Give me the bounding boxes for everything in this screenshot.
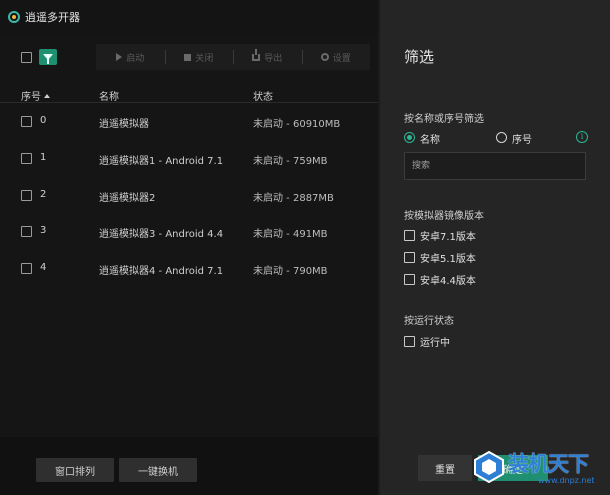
- version-option[interactable]: 安卓4.4版本: [404, 272, 476, 287]
- watermark-text: 装机天下: [508, 452, 589, 476]
- export-button[interactable]: 导出: [233, 44, 302, 70]
- row-index: 1: [40, 152, 47, 163]
- version-checkbox[interactable]: [404, 274, 415, 285]
- start-label: 启动: [126, 53, 145, 64]
- row-state: 未启动 - 2887MB: [253, 193, 334, 204]
- app-logo-icon: [8, 11, 20, 23]
- app-title: 逍遥多开器: [25, 11, 80, 24]
- row-checkbox[interactable]: [21, 116, 32, 127]
- name-index-radio-group: 名称 序号 i: [404, 131, 604, 146]
- export-icon: [252, 48, 261, 61]
- stop-icon: [184, 53, 192, 61]
- row-name: 逍遥模拟器2: [99, 193, 156, 204]
- section-name-filter: 按名称或序号筛选: [404, 114, 484, 125]
- version-label: 安卓5.1版本: [420, 254, 476, 265]
- column-index[interactable]: 序号: [21, 88, 50, 103]
- table-header: 序号 名称 状态: [0, 85, 378, 103]
- table-row[interactable]: 0 逍遥模拟器 未启动 - 60910MB: [0, 104, 378, 140]
- row-checkbox[interactable]: [21, 226, 32, 237]
- row-checkbox[interactable]: [21, 190, 32, 201]
- info-icon[interactable]: i: [576, 131, 588, 143]
- window-arrange-button[interactable]: 窗口排列: [36, 458, 114, 482]
- section-run-state: 按运行状态: [404, 316, 454, 327]
- row-name: 逍遥模拟器1 - Android 7.1: [99, 156, 224, 167]
- table-row[interactable]: 4 逍遥模拟器4 - Android 7.1 未启动 - 790MB: [0, 251, 378, 287]
- row-index: 0: [40, 115, 47, 126]
- action-toolbar: 启动 关闭 导出 设置: [96, 44, 370, 70]
- gear-icon: [320, 53, 329, 61]
- title-bar: 逍遥多开器: [0, 0, 378, 34]
- row-index: 3: [40, 225, 47, 236]
- row-name: 逍遥模拟器4 - Android 7.1: [99, 266, 224, 277]
- radio-name[interactable]: [404, 132, 415, 143]
- row-name: 逍遥模拟器3 - Android 4.4: [99, 229, 224, 240]
- row-index: 4: [40, 262, 47, 273]
- column-state[interactable]: 状态: [253, 88, 273, 103]
- version-label: 安卓7.1版本: [420, 232, 476, 243]
- row-state: 未启动 - 790MB: [253, 266, 328, 277]
- funnel-icon: [43, 54, 53, 64]
- section-image-version: 按模拟器镜像版本: [404, 211, 484, 222]
- watermark: 装机天下 www.dnpz.net: [472, 448, 610, 495]
- close-button[interactable]: 关闭: [164, 44, 234, 70]
- running-checkbox[interactable]: [404, 336, 415, 347]
- settings-button[interactable]: 设置: [301, 44, 371, 70]
- row-state: 未启动 - 491MB: [253, 229, 328, 240]
- play-icon: [116, 53, 123, 61]
- running-label: 运行中: [420, 338, 450, 349]
- column-name[interactable]: 名称: [99, 88, 119, 103]
- filter-button[interactable]: [39, 49, 57, 65]
- one-key-switch-button[interactable]: 一键换机: [119, 458, 197, 482]
- table-row[interactable]: 3 逍遥模拟器3 - Android 4.4 未启动 - 491MB: [0, 214, 378, 250]
- radio-index[interactable]: [496, 132, 507, 143]
- table-row[interactable]: 2 逍遥模拟器2 未启动 - 2887MB: [0, 178, 378, 214]
- sort-up-icon: [44, 94, 50, 98]
- main-app: 逍遥多开器 启动 关闭 导出 设置 序号 名称 状态 0 逍遥模拟器 未启动 -…: [0, 0, 378, 495]
- filter-title: 筛选: [404, 48, 435, 66]
- reset-button[interactable]: 重置: [418, 455, 472, 481]
- version-label: 安卓4.4版本: [420, 276, 476, 287]
- radio-index-label: 序号: [512, 135, 532, 146]
- row-name: 逍遥模拟器: [99, 119, 149, 130]
- filter-panel: 筛选 按名称或序号筛选 名称 序号 i 按模拟器镜像版本 安卓7.1版本 安卓5…: [380, 0, 610, 495]
- running-option[interactable]: 运行中: [404, 334, 450, 349]
- version-checkbox[interactable]: [404, 252, 415, 263]
- row-state: 未启动 - 60910MB: [253, 119, 341, 130]
- version-option[interactable]: 安卓5.1版本: [404, 250, 476, 265]
- search-input[interactable]: [404, 152, 586, 180]
- watermark-url: www.dnpz.net: [538, 476, 595, 485]
- version-option[interactable]: 安卓7.1版本: [404, 228, 476, 243]
- row-state: 未启动 - 759MB: [253, 156, 328, 167]
- version-checkbox[interactable]: [404, 230, 415, 241]
- settings-label: 设置: [332, 53, 351, 64]
- close-label: 关闭: [195, 53, 214, 64]
- radio-name-label: 名称: [420, 135, 440, 146]
- row-index: 2: [40, 189, 47, 200]
- start-button[interactable]: 启动: [96, 44, 165, 70]
- export-label: 导出: [264, 53, 283, 64]
- select-all-checkbox[interactable]: [21, 52, 32, 63]
- row-checkbox[interactable]: [21, 153, 32, 164]
- bottom-bar: 窗口排列 一键换机: [0, 437, 378, 495]
- table-row[interactable]: 1 逍遥模拟器1 - Android 7.1 未启动 - 759MB: [0, 141, 378, 177]
- row-checkbox[interactable]: [21, 263, 32, 274]
- watermark-logo-icon: [474, 450, 504, 484]
